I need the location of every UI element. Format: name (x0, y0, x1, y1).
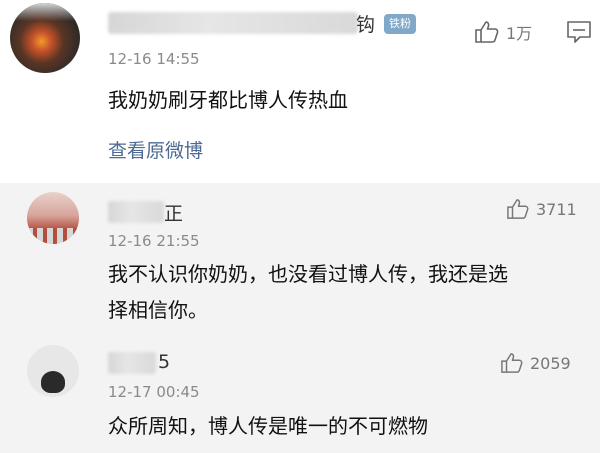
avatar[interactable] (27, 192, 79, 244)
timestamp: 12-16 21:55 (108, 232, 200, 250)
fan-badge: 铁粉 (384, 14, 416, 34)
like-count: 3711 (536, 200, 577, 219)
username-blurred[interactable] (108, 201, 164, 223)
timestamp: 12-17 00:45 (108, 383, 200, 401)
username-blurred[interactable] (108, 352, 156, 374)
username-tail[interactable]: 钩 (356, 10, 375, 37)
reply-text: 众所周知，博人传是唯一的不可燃物 (108, 414, 428, 438)
reply-text-line1: 我不认识你奶奶，也没看过博人传，我还是选 (108, 262, 508, 286)
username-tail[interactable]: 5 (158, 351, 170, 373)
comment-text: 我奶奶刷牙都比博人传热血 (108, 88, 348, 112)
thumbs-up-icon[interactable] (474, 20, 500, 44)
view-original-link[interactable]: 查看原微博 (108, 136, 203, 163)
comment-icon[interactable] (566, 20, 592, 44)
username-blurred[interactable] (108, 12, 358, 34)
timestamp: 12-16 14:55 (108, 50, 200, 68)
thumbs-up-icon[interactable] (500, 352, 524, 374)
like-count: 2059 (530, 354, 571, 373)
thumbs-up-icon[interactable] (506, 198, 530, 220)
like-count: 1万 (506, 24, 533, 43)
reply-text-line2: 择相信你。 (108, 298, 208, 322)
avatar[interactable] (10, 3, 80, 73)
username-tail[interactable]: 正 (164, 199, 183, 226)
avatar[interactable] (27, 345, 79, 397)
